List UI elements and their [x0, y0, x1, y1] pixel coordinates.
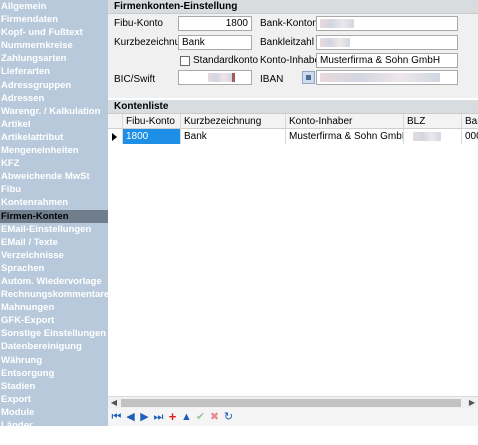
current-row-pointer-icon: [112, 133, 117, 141]
cancel-record-button[interactable]: ✖: [208, 410, 221, 424]
sidebar-item-kontenrahmen[interactable]: Kontenrahmen: [0, 196, 108, 209]
sidebar-item-mahnungen[interactable]: Mahnungen: [0, 301, 108, 314]
sidebar-item-zahlungsarten[interactable]: Zahlungsarten: [0, 52, 108, 65]
cell-konto-inhaber[interactable]: Musterfirma & Sohn GmbH: [286, 129, 404, 144]
sidebar-item-firmen-konten[interactable]: Firmen-Konten: [0, 209, 108, 223]
sidebar-item-email-texte[interactable]: EMail / Texte: [0, 236, 108, 249]
bank-kontonr-label: Bank-Kontonr.: [260, 18, 324, 29]
bankleitzahl-label: Bankleitzahl: [260, 37, 314, 48]
insert-record-button[interactable]: +: [166, 410, 179, 424]
column-header-bar[interactable]: Bar: [462, 114, 478, 129]
sidebar-item-sprachen[interactable]: Sprachen: [0, 262, 108, 275]
settings-panel: Fibu-Konto 1800 Kurzbezeichnung Bank Sta…: [108, 14, 478, 98]
redacted-marker: [231, 72, 235, 82]
column-header-fibu-konto[interactable]: Fibu-Konto: [123, 114, 181, 129]
sidebar-item-adressen[interactable]: Adressen: [0, 92, 108, 105]
sidebar-item-firmendaten[interactable]: Firmendaten: [0, 13, 108, 26]
sidebar-item-sonstige-einstellungen[interactable]: Sonstige Einstellungen: [0, 327, 108, 340]
row-indicator-header: [108, 114, 123, 129]
column-header-kurzbezeichnung[interactable]: Kurzbezeichnung: [181, 114, 286, 129]
sidebar-item-fibu[interactable]: Fibu: [0, 183, 108, 196]
bic-label: BIC/Swift: [114, 74, 156, 85]
next-record-button[interactable]: ▶: [138, 410, 151, 424]
grid-header-row: Fibu-Konto Kurzbezeichnung Konto-Inhaber…: [108, 114, 478, 129]
bic-field[interactable]: [178, 70, 252, 85]
main-area: Firmenkonten-Einstellung Fibu-Konto 1800…: [108, 0, 478, 426]
bankleitzahl-field[interactable]: [316, 35, 458, 50]
cell-fibu-konto[interactable]: 1800: [123, 129, 181, 144]
post-record-button[interactable]: ✔: [194, 410, 207, 424]
sidebar-item-projektverwaltung[interactable]: Projektverwaltung: [0, 432, 108, 445]
konto-inhaber-field[interactable]: Musterfirma & Sohn GmbH: [316, 53, 458, 68]
redacted-value: [320, 37, 350, 47]
column-header-blz[interactable]: BLZ: [404, 114, 462, 129]
row-indicator: [108, 129, 123, 144]
redacted-value: [208, 72, 232, 82]
sidebar-item-export[interactable]: Export: [0, 393, 108, 406]
iban-field[interactable]: [316, 70, 458, 85]
kurzbezeichnung-field[interactable]: Bank: [178, 35, 252, 50]
bank-kontonr-field[interactable]: [316, 16, 458, 31]
sidebar-item-email-einstellungen[interactable]: EMail-Einstellungen: [0, 223, 108, 236]
redacted-value: [320, 72, 440, 82]
iban-check-icon[interactable]: [302, 71, 315, 84]
sidebar-item-mengeneinheiten[interactable]: Mengeneinheiten: [0, 144, 108, 157]
sidebar-item-abweichende-mwst[interactable]: Abweichende MwSt: [0, 170, 108, 183]
sidebar-item-datenbereinigung[interactable]: Datenbereinigung: [0, 340, 108, 353]
sidebar-item-stadien[interactable]: Stadien: [0, 380, 108, 393]
settings-sidebar: Allgemein Firmendaten Kopf- und Fußtext Num…: [0, 0, 108, 444]
table-row[interactable]: 1800 Bank Musterfirma & Sohn GmbH 000: [108, 129, 478, 144]
konto-inhaber-label: Konto-Inhaber: [260, 55, 324, 66]
iban-label: IBAN: [260, 74, 284, 85]
sidebar-item-rechnungskommentare[interactable]: Rechnungskommentare: [0, 288, 108, 301]
sidebar-item-lieferarten[interactable]: Lieferarten: [0, 65, 108, 78]
sidebar-item-artikelattribut[interactable]: Artikelattribut: [0, 131, 108, 144]
sidebar-item-nummernkreise[interactable]: Nummernkreise: [0, 39, 108, 52]
sidebar-item-entsorgung[interactable]: Entsorgung: [0, 367, 108, 380]
cell-blz[interactable]: [404, 129, 462, 144]
sidebar-item-module[interactable]: Module: [0, 406, 108, 419]
kontenliste-section-header: Kontenliste: [108, 100, 478, 114]
cell-bar[interactable]: 000: [462, 129, 478, 144]
redacted-value: [320, 18, 354, 28]
first-record-button[interactable]: ⏮: [110, 410, 123, 424]
sidebar-item-kfz[interactable]: KFZ: [0, 157, 108, 170]
sidebar-item-kopf-und-fußtext[interactable]: Kopf- und Fußtext: [0, 26, 108, 39]
cell-kurzbezeichnung[interactable]: Bank: [181, 129, 286, 144]
sidebar-item-warengr-kalkulation[interactable]: Warengr. / Kalkulation: [0, 105, 108, 118]
db-navigator: ⏮ ◀ ▶ ⏭ + ▲ ✔ ✖ ↻: [108, 408, 478, 426]
fibu-konto-field[interactable]: 1800: [178, 16, 252, 31]
sidebar-item-adressgruppen[interactable]: Adressgruppen: [0, 79, 108, 92]
refresh-button[interactable]: ↻: [222, 410, 235, 424]
fibu-konto-label: Fibu-Konto: [114, 18, 163, 29]
prior-record-button[interactable]: ◀: [124, 410, 137, 424]
standardkonto-label: Standardkonto: [193, 55, 259, 66]
kontenliste-grid[interactable]: Fibu-Konto Kurzbezeichnung Konto-Inhaber…: [108, 114, 478, 396]
sidebar-item-verzeichnisse[interactable]: Verzeichnisse: [0, 249, 108, 262]
sidebar-item-allgemein[interactable]: Allgemein: [0, 0, 108, 13]
redacted-value: [413, 131, 441, 141]
edit-record-button[interactable]: ▲: [180, 410, 193, 424]
last-record-button[interactable]: ⏭: [152, 410, 165, 424]
standardkonto-checkbox[interactable]: [180, 56, 190, 66]
sidebar-item-währung[interactable]: Währung: [0, 354, 108, 367]
sidebar-item-artikel[interactable]: Artikel: [0, 118, 108, 131]
column-header-konto-inhaber[interactable]: Konto-Inhaber: [286, 114, 404, 129]
sidebar-item-autom-wiedervorlage[interactable]: Autom. Wiedervorlage: [0, 275, 108, 288]
sidebar-item-gfk-export[interactable]: GFK-Export: [0, 314, 108, 327]
settings-section-header: Firmenkonten-Einstellung: [108, 0, 478, 14]
scrollbar-thumb[interactable]: [121, 399, 461, 407]
